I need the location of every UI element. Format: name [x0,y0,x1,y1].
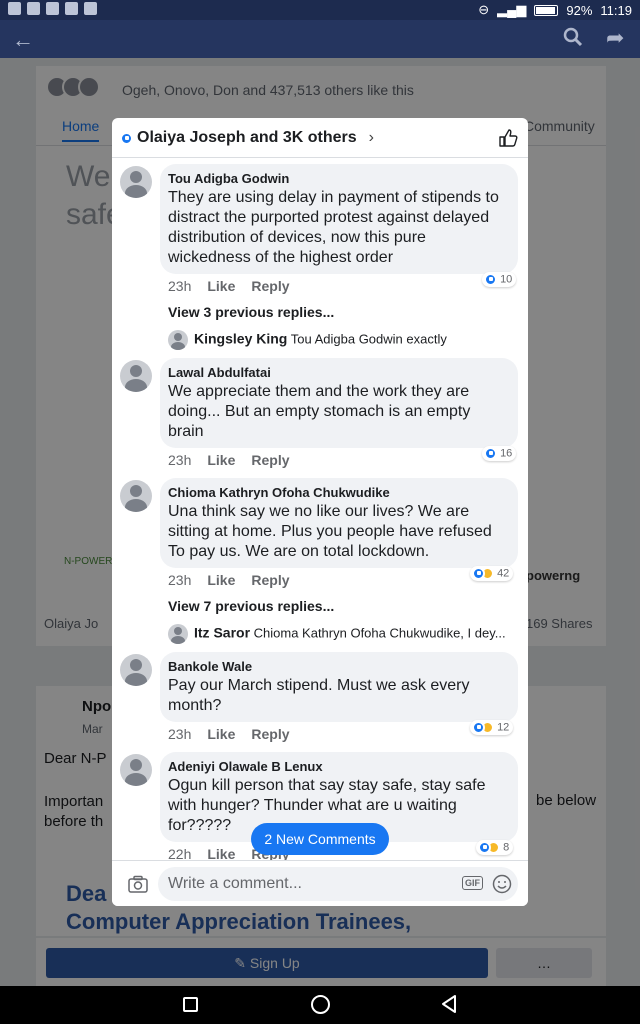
notification-icons [8,2,97,15]
reaction-count-badge[interactable]: 12 [470,720,514,735]
battery-icon [534,4,559,16]
comment-time: 23h [168,726,192,742]
reply-author: Itz Saror [194,624,251,641]
comment-text: Pay our March stipend. Must we ask every… [168,677,470,714]
commenter-name[interactable]: Lawal Abdulfatai [168,364,508,382]
like-button[interactable]: Like [207,452,235,468]
comment-text: We appreciate them and the work they are… [168,383,471,440]
back-icon[interactable] [440,994,458,1014]
reply-text: Tou Adigba Godwin exactly [290,331,447,347]
reply-preview[interactable]: Itz Saror Chioma Kathryn Ofoha Chukwudik… [168,624,518,644]
reaction-count: 10 [500,273,513,286]
like-reaction-icon [472,721,485,734]
avatar[interactable] [120,360,152,392]
battery-percent: 92% [566,2,593,18]
commenter-name[interactable]: Tou Adigba Godwin [168,170,508,188]
search-icon[interactable] [562,26,584,48]
comment-time: 23h [168,572,192,588]
camera-icon[interactable] [128,875,148,893]
comment-actions: 23h Like Reply [168,278,290,294]
reactions-summary[interactable]: Olaiya Joseph and 3K others › [120,129,374,147]
like-reaction-icon [484,273,497,286]
reaction-count: 16 [500,447,513,460]
app-bar: ← ➦ [0,20,640,58]
avatar[interactable] [120,654,152,686]
like-reaction-icon [472,567,485,580]
like-button[interactable]: Like [207,846,235,860]
avatar[interactable] [120,754,152,786]
view-previous-replies[interactable]: View 7 previous replies... [168,598,334,614]
comment-time: 23h [168,278,192,294]
reaction-count-badge[interactable]: 42 [470,566,514,581]
reaction-count: 42 [497,567,510,580]
thumbs-up-icon[interactable] [497,127,519,149]
reactors-label: Olaiya Joseph and 3K others [137,129,357,146]
home-icon[interactable] [311,995,330,1014]
view-previous-replies[interactable]: View 3 previous replies... [168,304,334,320]
clock: 11:19 [600,2,632,18]
reaction-count-badge[interactable]: 16 [482,446,517,461]
emoji-icon[interactable] [492,874,512,894]
comment-composer: GIF [112,860,528,906]
like-button[interactable]: Like [207,278,235,294]
reaction-count: 8 [503,841,510,854]
reply-button[interactable]: Reply [251,726,289,742]
reply-button[interactable]: Reply [251,452,289,468]
comment-time: 23h [168,452,192,468]
commenter-name[interactable]: Bankole Wale [168,658,508,676]
comments-modal: Olaiya Joseph and 3K others › Tou Adigba… [112,118,528,906]
like-button[interactable]: Like [207,572,235,588]
share-icon[interactable]: ➦ [606,25,624,51]
comment-actions: 23h Like Reply [168,726,290,742]
signal-icon: ▂▄▆ [497,2,527,17]
reaction-count-badge[interactable]: 8 [476,840,514,855]
comment-text: Una think say we no like our lives? We a… [168,503,492,560]
comment-actions: 23h Like Reply [168,452,290,468]
system-nav-bar [0,986,640,1024]
n-app-icon [46,2,59,15]
commenter-name[interactable]: Adeniyi Olawale B Lenux [168,758,508,776]
reply-text: Chioma Kathryn Ofoha Chukwudike, I dey..… [253,625,506,641]
comment-actions: 23h Like Reply [168,572,290,588]
avatar[interactable] [120,480,152,512]
reaction-count-badge[interactable]: 10 [482,272,517,287]
comment-bubble: Tou Adigba Godwin They are using delay i… [160,164,518,274]
reply-button[interactable]: Reply [251,572,289,588]
like-reaction-icon [478,841,491,854]
comment-bubble: Chioma Kathryn Ofoha Chukwudike Una thin… [160,478,518,568]
reaction-count: 12 [497,721,510,734]
gif-icon[interactable]: GIF [462,876,483,890]
comment-text: They are using delay in payment of stipe… [168,189,499,266]
modal-header: Olaiya Joseph and 3K others › [112,118,528,158]
chevron-right-icon: › [368,129,374,146]
like-reaction-icon [484,447,497,460]
comment-bubble: Lawal Abdulfatai We appreciate them and … [160,358,518,448]
comments-list[interactable]: Tou Adigba Godwin They are using delay i… [112,158,528,860]
like-reaction-icon [120,131,133,145]
like-button[interactable]: Like [207,726,235,742]
comment-time: 22h [168,846,192,860]
image-icon [65,2,78,15]
back-arrow-icon[interactable]: ← [12,27,34,53]
twitter-icon [27,2,40,15]
comment-bubble: Bankole Wale Pay our March stipend. Must… [160,652,518,722]
avatar [168,330,188,350]
avatar[interactable] [120,166,152,198]
status-bar: ⊖ ▂▄▆ 92% 11:19 [0,0,640,20]
dnd-icon: ⊖ [478,2,490,17]
twitter-icon [84,2,97,15]
avatar [168,624,188,644]
reply-author: Kingsley King [194,330,288,347]
commenter-name[interactable]: Chioma Kathryn Ofoha Chukwudike [168,484,508,502]
new-comments-button[interactable]: 2 New Comments [251,823,389,855]
recents-icon[interactable] [183,997,198,1012]
whatsapp-icon [8,2,21,15]
reply-preview[interactable]: Kingsley King Tou Adigba Godwin exactly [168,330,518,350]
reply-button[interactable]: Reply [251,278,289,294]
